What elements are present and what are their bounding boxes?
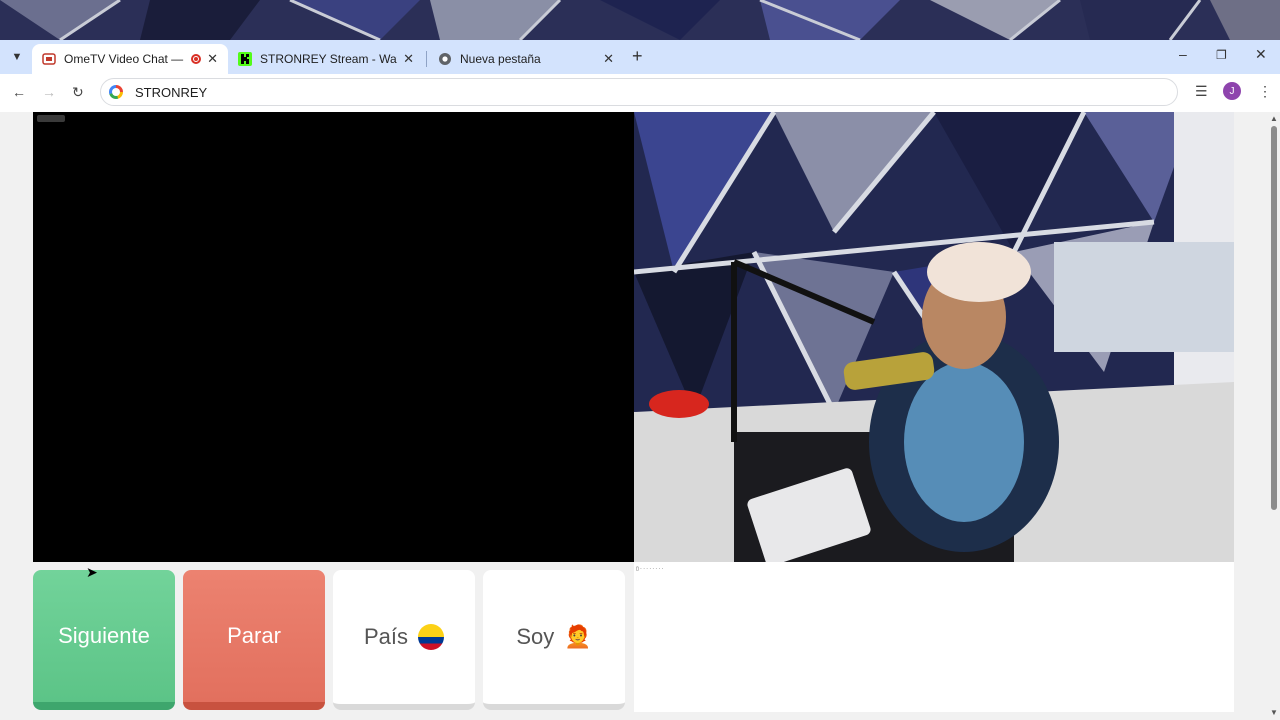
self-video	[634, 112, 1234, 562]
tab-ometv[interactable]: OmeTV Video Chat — Ome ✕	[32, 44, 228, 74]
browser-toolbar: ← → ↻ STRONREY ☰ J ⋮	[0, 74, 1280, 112]
country-button[interactable]: País	[333, 570, 475, 710]
minimize-icon[interactable]: –	[1179, 46, 1187, 62]
wallpaper-pattern	[0, 0, 1280, 40]
close-icon[interactable]: ✕	[603, 51, 614, 67]
tab-search-button[interactable]: ▼	[6, 46, 28, 68]
scroll-up-icon[interactable]: ▲	[1270, 114, 1278, 123]
chat-panel: ▯ · · · · · · · ·	[634, 562, 1234, 712]
reload-icon[interactable]: ↻	[72, 84, 84, 101]
chrome-favicon-icon	[439, 53, 451, 65]
google-icon	[109, 85, 123, 99]
gender-label: Soy	[516, 624, 555, 649]
page-scrollbar[interactable]: ▲ ▼	[1268, 112, 1280, 720]
close-icon[interactable]: ✕	[207, 51, 218, 67]
scroll-thumb[interactable]	[1271, 126, 1277, 510]
tab-title: STRONREY Stream - Watch Live	[260, 52, 397, 66]
profile-avatar[interactable]: J	[1223, 82, 1241, 100]
page-content: Siguiente Parar País Soy 🧑‍🦰 ▯ · · · · ·…	[0, 112, 1280, 720]
menu-kebab-icon[interactable]: ⋮	[1258, 83, 1272, 100]
country-label: País	[363, 624, 409, 649]
chat-tiny-text: · · · · · · · ·	[640, 566, 664, 572]
kick-favicon-icon	[238, 52, 252, 66]
forward-arrow-icon[interactable]: →	[42, 84, 56, 100]
recording-icon	[191, 54, 202, 64]
media-controls-icon[interactable]: ☰	[1195, 83, 1208, 100]
tab-strip: ▼ OmeTV Video Chat — Ome ✕ STRONREY Stre…	[0, 40, 1280, 74]
scroll-down-icon[interactable]: ▼	[1270, 708, 1278, 717]
close-icon[interactable]: ✕	[403, 51, 414, 67]
chevron-down-icon: ▼	[11, 51, 23, 63]
stranger-video	[33, 112, 634, 562]
restore-icon[interactable]: ❐	[1216, 48, 1227, 62]
stop-button[interactable]: Parar	[183, 570, 325, 710]
tab-new-tab[interactable]: Nueva pestaña ✕	[428, 44, 624, 74]
browser-window: ▼ OmeTV Video Chat — Ome ✕ STRONREY Stre…	[0, 40, 1280, 720]
tab-title: OmeTV Video Chat — Ome	[64, 52, 185, 66]
self-video-scene	[634, 112, 1234, 562]
back-arrow-icon[interactable]: ←	[12, 84, 26, 100]
gender-button[interactable]: Soy 🧑‍🦰	[483, 570, 625, 710]
chat-message: ▯ · · · · · · · ·	[636, 566, 663, 572]
address-text: STRONREY	[135, 84, 208, 100]
next-label: Siguiente	[58, 623, 150, 648]
tab-stronrey[interactable]: STRONREY Stream - Watch Live ✕	[228, 44, 424, 74]
person-emoji-icon: 🧑‍🦰	[564, 624, 592, 649]
new-tab-plus-icon[interactable]: +	[632, 46, 643, 67]
mouse-cursor-icon: ➤	[86, 564, 98, 580]
close-window-icon[interactable]: ✕	[1255, 46, 1267, 63]
tab-separator	[426, 51, 427, 67]
chat-tiny-icon: ▯	[636, 566, 639, 572]
ometv-logo	[37, 115, 65, 122]
desktop-wallpaper	[0, 0, 1280, 40]
colombia-flag-icon	[418, 624, 445, 650]
ometv-favicon-icon	[42, 53, 56, 65]
next-button[interactable]: Siguiente	[33, 570, 175, 710]
tab-title: Nueva pestaña	[460, 52, 541, 66]
stop-label: Parar	[227, 623, 281, 648]
address-bar[interactable]: STRONREY	[100, 78, 1178, 106]
